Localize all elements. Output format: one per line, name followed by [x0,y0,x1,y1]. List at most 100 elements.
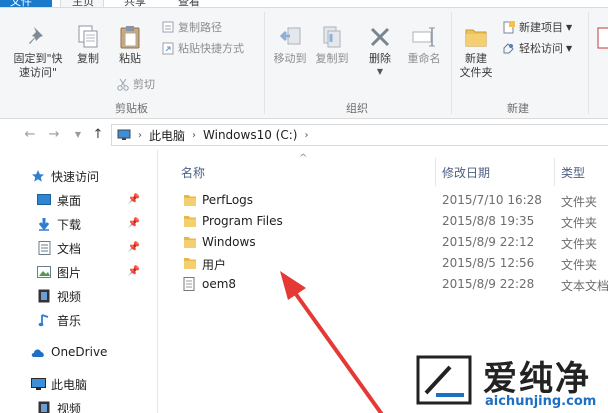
copy-to-button[interactable]: 复制到 [312,24,352,66]
file-date: 2015/8/8 19:35 [442,214,535,228]
nav-item-quick-access[interactable]: 快速访问 [0,165,157,187]
video-icon [36,288,52,304]
organize-group-label: 组织 [346,102,368,115]
file-name: 用户 [202,258,227,272]
file-type: 文件夹 [561,195,598,209]
cut-label: 剪切 [133,78,155,91]
cut-button[interactable]: 剪切 [116,75,155,93]
rename-button[interactable]: 重命名 [404,24,444,66]
chevron-down-icon: ▼ [566,22,573,32]
nav-item-pictures[interactable]: 图片 📌 [0,261,157,283]
paste-shortcut-button[interactable]: 粘贴快捷方式 [161,39,244,57]
folder-icon [183,214,197,231]
nav-item-pc-videos[interactable]: 视频 [0,397,157,413]
new-item-button[interactable]: 新建项目 ▼ [502,18,572,36]
pin-icon[interactable]: 📌 [128,194,140,205]
cloud-icon [30,344,46,360]
pc-icon [117,129,131,140]
tab-share[interactable]: 共享 [118,0,154,8]
download-arrow-icon [36,216,52,232]
nav-item-label: 快速访问 [51,169,100,184]
table-row[interactable]: Windows 2015/8/9 22:12 文件夹 [159,232,608,253]
nav-item-downloads[interactable]: 下载 📌 [0,213,157,235]
new-folder-label: 新建 文件夹 [459,52,493,79]
table-row[interactable]: PerfLogs 2015/7/10 16:28 文件夹 [159,190,608,211]
clipboard-group-label: 剪贴板 [115,102,148,115]
watermark-url: aichunjing.com [485,394,597,409]
nav-item-label: 音乐 [57,313,82,328]
address-bar[interactable]: › 此电脑 › Windows10 (C:) › [111,124,608,146]
ribbon-tab-strip: 文件 主页 共享 查看 [0,0,608,8]
music-note-icon [36,312,52,328]
breadcrumb-this-pc[interactable]: 此电脑 [149,127,185,144]
star-icon [30,168,46,184]
ribbon-divider [588,12,589,114]
file-name: Program Files [202,214,283,228]
copy-button[interactable]: 复制 [73,24,103,66]
nav-item-music[interactable]: 音乐 [0,309,157,331]
breadcrumb-separator-icon[interactable]: › [304,130,308,141]
file-date: 2015/8/5 12:56 [442,256,535,270]
watermark: 爱纯净 aichunjing.com [412,345,608,413]
column-divider[interactable] [554,158,555,186]
new-group-label: 新建 [507,102,529,115]
pin-to-quick-access-button[interactable]: 固定到"快 速访问" [8,24,68,80]
file-type: 文件夹 [561,237,598,251]
column-divider[interactable] [435,158,436,186]
nav-item-label: 桌面 [57,193,82,208]
copy-path-button[interactable]: 复制路径 [161,18,222,36]
recent-locations-chevron-icon[interactable]: ▼ [70,127,86,143]
delete-button[interactable]: 删除 ▼ [363,24,397,79]
pin-icon[interactable]: 📌 [128,266,140,277]
folder-icon [183,193,197,210]
nav-item-label: 图片 [57,265,82,280]
nav-item-onedrive[interactable]: OneDrive [0,341,157,363]
column-header-date[interactable]: 修改日期 [442,164,490,181]
up-arrow-icon[interactable]: ↑ [90,127,106,143]
breadcrumb-separator-icon[interactable]: › [192,130,196,141]
tab-view[interactable]: 查看 [172,0,208,8]
column-header-name[interactable]: 名称 [181,164,205,181]
move-to-icon [279,27,301,45]
file-type: 文件夹 [561,216,598,230]
nav-item-label: 下载 [57,217,82,232]
file-name: Windows [202,235,256,249]
copy-to-icon [323,26,341,48]
table-row[interactable]: 用户 2015/8/5 12:56 文件夹 [159,253,608,274]
column-header-type[interactable]: 类型 [561,164,585,181]
ribbon-divider [451,12,452,114]
easy-access-button[interactable]: 轻松访问 ▼ [502,39,572,57]
nav-item-label: OneDrive [51,345,108,359]
ribbon: 固定到"快 速访问" 复制 粘贴 复制路径 粘贴快捷方式 剪切 剪贴板 移动到 … [0,7,608,119]
chevron-down-icon: ▼ [566,43,573,53]
watermark-logo-icon [416,355,472,405]
navigation-pane: 快速访问 桌面 📌 下载 📌 文档 📌 图片 📌 视频 音乐 OneDrive … [0,150,158,413]
new-folder-button[interactable]: 新建 文件夹 [455,24,497,80]
properties-icon[interactable] [596,24,608,54]
move-to-button[interactable]: 移动到 [270,24,310,66]
new-item-label: 新建项目 [519,21,563,34]
new-folder-icon [465,29,487,47]
forward-arrow-icon[interactable]: → [46,127,62,143]
pin-icon[interactable]: 📌 [128,218,140,229]
paste-button[interactable]: 粘贴 [113,24,147,66]
nav-item-documents[interactable]: 文档 📌 [0,237,157,259]
nav-item-desktop[interactable]: 桌面 📌 [0,189,157,211]
nav-item-this-pc[interactable]: 此电脑 [0,373,157,395]
pin-icon [29,27,43,44]
breadcrumb-drive[interactable]: Windows10 (C:) [203,128,297,142]
breadcrumb-separator-icon[interactable]: › [138,130,142,141]
desktop-icon [36,192,52,208]
watermark-name: 爱纯净 [483,359,591,399]
file-date: 2015/8/9 22:28 [442,277,535,291]
pin-icon[interactable]: 📌 [128,242,140,253]
file-date: 2015/7/10 16:28 [442,193,542,207]
table-row[interactable]: oem8 2015/8/9 22:28 文本文档 [159,274,608,295]
back-arrow-icon[interactable]: ← [22,127,38,143]
table-row[interactable]: Program Files 2015/8/8 19:35 文件夹 [159,211,608,232]
chevron-down-icon: ▼ [376,67,384,76]
text-file-icon [183,277,195,294]
pin-to-quick-access-label: 固定到"快 速访问" [13,52,63,79]
tab-file[interactable]: 文件 [0,0,52,8]
nav-item-videos[interactable]: 视频 [0,285,157,307]
